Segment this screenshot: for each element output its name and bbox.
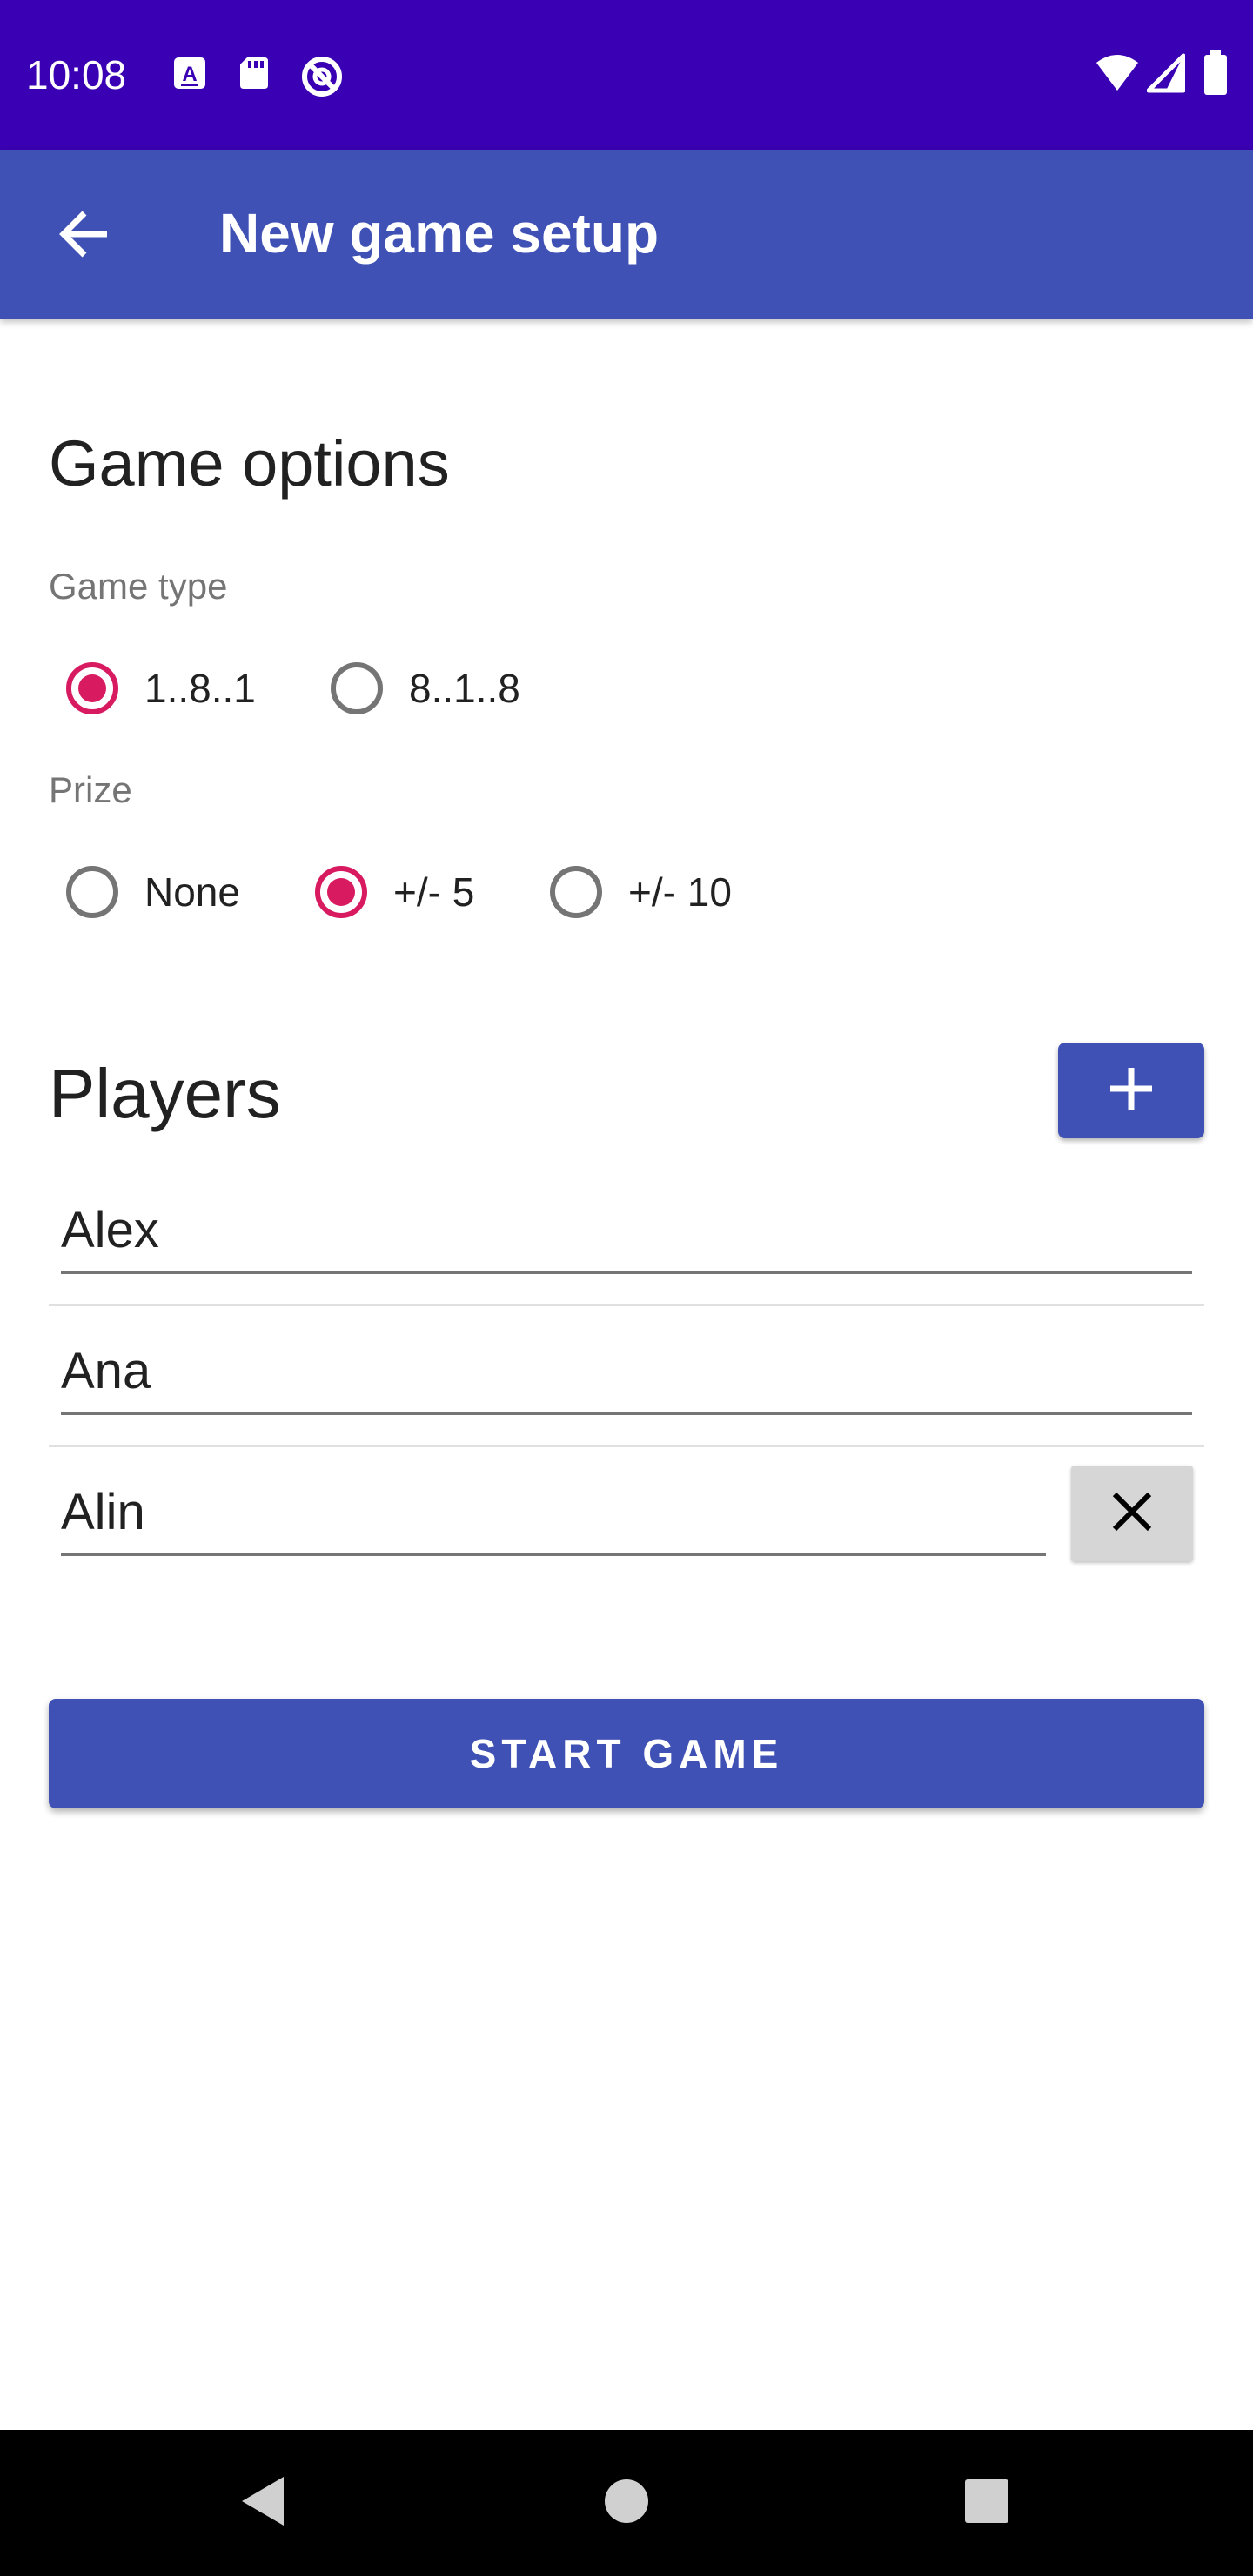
blocked-icon — [299, 54, 342, 97]
status-bar: 10:08 A — [0, 0, 1253, 150]
back-triangle-icon — [237, 2473, 289, 2533]
a-notification-icon: A — [171, 54, 209, 92]
player-row: Alin — [49, 1445, 1204, 1586]
svg-text:A: A — [182, 63, 197, 86]
player-name-input[interactable]: Alex — [61, 1187, 1192, 1274]
app-bar: New game setup — [0, 150, 1253, 319]
radio-label: +/- 5 — [393, 869, 475, 915]
home-circle-icon — [602, 2477, 651, 2530]
nav-back-button[interactable] — [219, 2459, 306, 2546]
add-player-button[interactable] — [1058, 1043, 1204, 1138]
radio-game-type-1-8-1[interactable]: 1..8..1 — [66, 649, 256, 728]
game-type-label: Game type — [49, 566, 228, 607]
start-game-button[interactable]: START GAME — [49, 1699, 1204, 1808]
page-title: New game setup — [219, 202, 660, 265]
sd-card-icon — [235, 54, 273, 92]
radio-unchecked-icon — [331, 662, 383, 714]
radio-label: +/- 10 — [628, 869, 732, 915]
player-name-input[interactable]: Ana — [61, 1328, 1192, 1415]
radio-prize-5[interactable]: +/- 5 — [315, 853, 474, 931]
radio-label: 1..8..1 — [144, 666, 256, 711]
app-screen: 10:08 A New game setup Game options Game… — [0, 0, 1253, 2576]
status-time: 10:08 — [26, 52, 127, 97]
game-options-title: Game options — [49, 427, 450, 500]
nav-recents-button[interactable] — [943, 2459, 1030, 2546]
prize-label: Prize — [49, 769, 132, 810]
arrow-back-icon — [57, 206, 112, 266]
radio-prize-none[interactable]: None — [66, 853, 240, 931]
radio-checked-icon — [315, 866, 367, 918]
radio-label: None — [144, 869, 240, 915]
plus-icon — [1107, 1064, 1156, 1117]
radio-unchecked-icon — [66, 866, 118, 918]
wifi-icon — [1095, 52, 1138, 91]
player-row: Alex — [49, 1163, 1204, 1306]
navigation-bar — [0, 2430, 1253, 2576]
player-row: Ana — [49, 1304, 1204, 1447]
nav-home-button[interactable] — [583, 2459, 670, 2546]
close-icon — [1109, 1489, 1155, 1539]
radio-unchecked-icon — [550, 866, 602, 918]
back-button[interactable] — [45, 197, 124, 275]
radio-label: 8..1..8 — [409, 666, 520, 711]
player-name-input[interactable]: Alin — [61, 1469, 1046, 1556]
radio-game-type-8-1-8[interactable]: 8..1..8 — [331, 649, 520, 728]
battery-icon — [1203, 50, 1241, 95]
radio-checked-icon — [66, 662, 118, 714]
remove-player-button[interactable] — [1071, 1466, 1193, 1561]
recents-square-icon — [963, 2478, 1010, 2529]
radio-prize-10[interactable]: +/- 10 — [550, 853, 732, 931]
players-title: Players — [49, 1055, 281, 1132]
signal-icon — [1146, 52, 1186, 93]
